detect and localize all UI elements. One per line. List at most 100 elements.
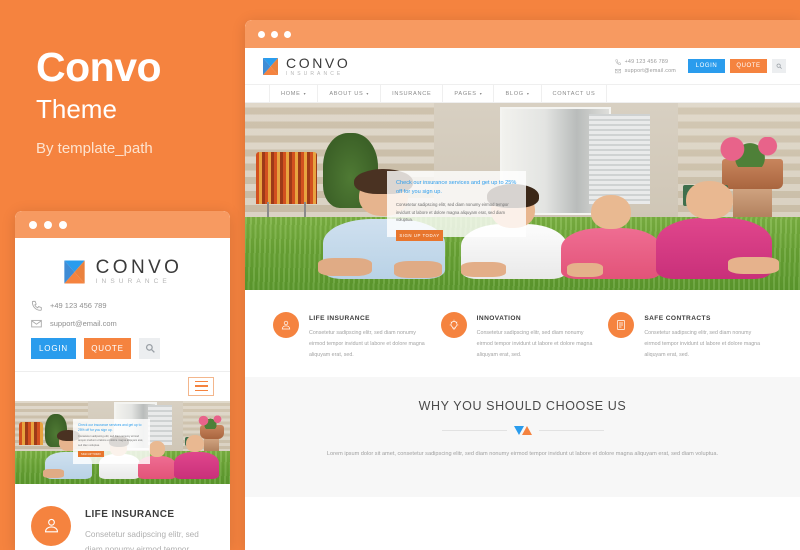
logo-name: CONVO [95,257,183,278]
feature-card-life-insurance: LIFE INSURANCE Consetetur sadipscing eli… [273,312,441,361]
convo-logo-icon [63,259,86,285]
mobile-sign-up-today-button[interactable]: SIGN UP TODAY [78,451,104,458]
mobile-header-actions: LOGIN QUOTE [15,336,230,359]
nav-label: HOME [281,90,301,97]
mobile-phone-text: +49 123 456 789 [50,300,107,310]
login-button[interactable]: LOGIN [688,59,725,73]
mobile-hero-card-body: Consetetur sadipscing elitr, sed diam no… [78,434,144,447]
phone-icon [31,300,42,311]
nav-label: INSURANCE [392,90,432,97]
user-icon [31,505,71,546]
window-dot-2[interactable] [271,30,278,38]
window-dot-3[interactable] [284,30,291,38]
theme-author: By template_path [36,139,153,157]
feature-body: Consetetur sadipscing elitr, sed diam no… [309,330,425,358]
nav-item-blog[interactable]: BLOG ▾ [494,84,542,103]
mobile-hero-promo-card: Check our insurance services and get up … [73,418,150,464]
why-choose-us-title: WHY YOU SHOULD CHOOSE US [418,398,627,413]
lightbulb-icon [440,312,467,338]
header-actions: LOGIN QUOTE [688,59,786,73]
feature-body: Consetetur sadipscing elitr, sed diam no… [644,330,761,358]
search-button[interactable] [772,59,786,73]
nav-item-insurance[interactable]: INSURANCE [381,84,444,103]
mobile-feature-title: LIFE INSURANCE [85,508,175,520]
mobile-feature-body: Consetetur sadipscing elitr, sed diam no… [85,529,199,550]
header-phone-text: +49 123 456 789 [624,58,669,65]
feature-title: INNOVATION [476,315,522,322]
chevron-down-icon: ▾ [479,91,483,96]
feature-title: LIFE INSURANCE [309,315,370,322]
contract-icon [608,312,635,338]
nav-item-home[interactable]: HOME ▾ [269,84,319,103]
feature-card-safe-contracts: SAFE CONTRACTS Consetetur sadipscing eli… [608,312,776,361]
why-choose-us-section: WHY YOU SHOULD CHOOSE US Lorem ipsum dol… [245,376,800,497]
hero-card-body: Consetetur sadipscing elitr, sed diam no… [396,201,509,223]
double-triangle-divider-icon [513,425,532,435]
search-icon [145,343,155,353]
window-dot-2[interactable] [44,220,52,229]
header-email-text: support@email.com [624,67,676,74]
mobile-hero-section: Check our insurance services and get up … [15,400,230,484]
search-icon [776,63,782,69]
mobile-email-text: support@email.com [50,318,117,328]
section-divider [305,425,740,435]
feature-title: SAFE CONTRACTS [644,315,711,322]
site-logo[interactable]: CONVO INSURANCE [262,56,350,77]
logo-tagline: INSURANCE [286,70,344,77]
mobile-site-logo[interactable]: CONVO INSURANCE [15,238,230,300]
mobile-browser-mockup: CONVO INSURANCE +49 123 456 789 support@… [15,211,230,550]
window-dot-3[interactable] [59,220,67,229]
chevron-down-icon: ▾ [526,91,530,96]
promo-block: Convo Theme By template_path [36,44,236,157]
logo-name: CONVO [286,54,351,71]
quote-button[interactable]: QUOTE [730,59,767,73]
search-button[interactable] [139,337,160,359]
quote-button[interactable]: QUOTE [84,337,131,359]
nav-label: BLOG [505,90,524,97]
main-navigation: HOME ▾ ABOUT US ▾ INSURANCE PAGES ▾ BLOG… [245,84,800,103]
header-phone[interactable]: +49 123 456 789 [615,59,676,65]
header-contact-info: +49 123 456 789 support@email.com [614,57,676,75]
header-email[interactable]: support@email.com [614,67,676,74]
why-choose-us-body: Lorem ipsum dolor sit amet, consetetur s… [326,450,719,457]
mobile-contact-info: +49 123 456 789 support@email.com [15,300,230,329]
feature-body: Consetetur sadipscing elitr, sed diam no… [476,330,593,358]
desktop-titlebar [245,20,800,48]
window-dot-1[interactable] [258,30,265,38]
hero-promo-card: Check our insurance services and get up … [387,171,526,242]
convo-logo-icon [262,57,279,76]
window-dot-1[interactable] [29,220,37,229]
mobile-phone[interactable]: +49 123 456 789 [31,300,214,311]
mobile-hero-card-title: Check our insurance services and get up … [78,422,142,432]
login-button[interactable]: LOGIN [31,337,76,359]
divider-line-left [441,429,507,431]
user-icon [273,312,299,338]
hamburger-menu-icon[interactable] [188,376,214,396]
nav-item-contact-us[interactable]: CONTACT US [542,84,608,103]
nav-label: PAGES [454,90,477,97]
hero-card-title: Check our insurance services and get up … [396,180,517,195]
theme-subtitle: Theme [36,94,117,125]
phone-icon [615,58,621,65]
chevron-down-icon: ▾ [303,91,307,96]
divider-line-right [538,429,604,431]
feature-card-innovation: INNOVATION Consetetur sadipscing elitr, … [440,312,609,361]
desktop-browser-mockup: CONVO INSURANCE +49 123 456 789 support@… [245,20,800,550]
sign-up-today-button[interactable]: SIGN UP TODAY [396,230,443,242]
chevron-down-icon: ▾ [366,91,370,96]
theme-title: Convo [36,44,162,90]
nav-item-about-us[interactable]: ABOUT US ▾ [318,84,382,103]
mobile-feature-card-life-insurance: LIFE INSURANCE Consetetur sadipscing eli… [15,484,230,550]
features-section: LIFE INSURANCE Consetetur sadipscing eli… [245,290,800,377]
envelope-icon [31,319,42,327]
site-header: CONVO INSURANCE +49 123 456 789 support@… [245,48,800,84]
mobile-titlebar [15,211,230,238]
mobile-email[interactable]: support@email.com [31,318,214,329]
nav-item-pages[interactable]: PAGES ▾ [443,84,495,103]
hero-section: Check our insurance services and get up … [245,103,800,290]
mobile-nav-row [15,370,230,401]
nav-label: ABOUT US [329,90,364,97]
nav-label: CONTACT US [552,90,596,97]
logo-tagline: INSURANCE [95,278,171,285]
envelope-icon [614,68,621,73]
